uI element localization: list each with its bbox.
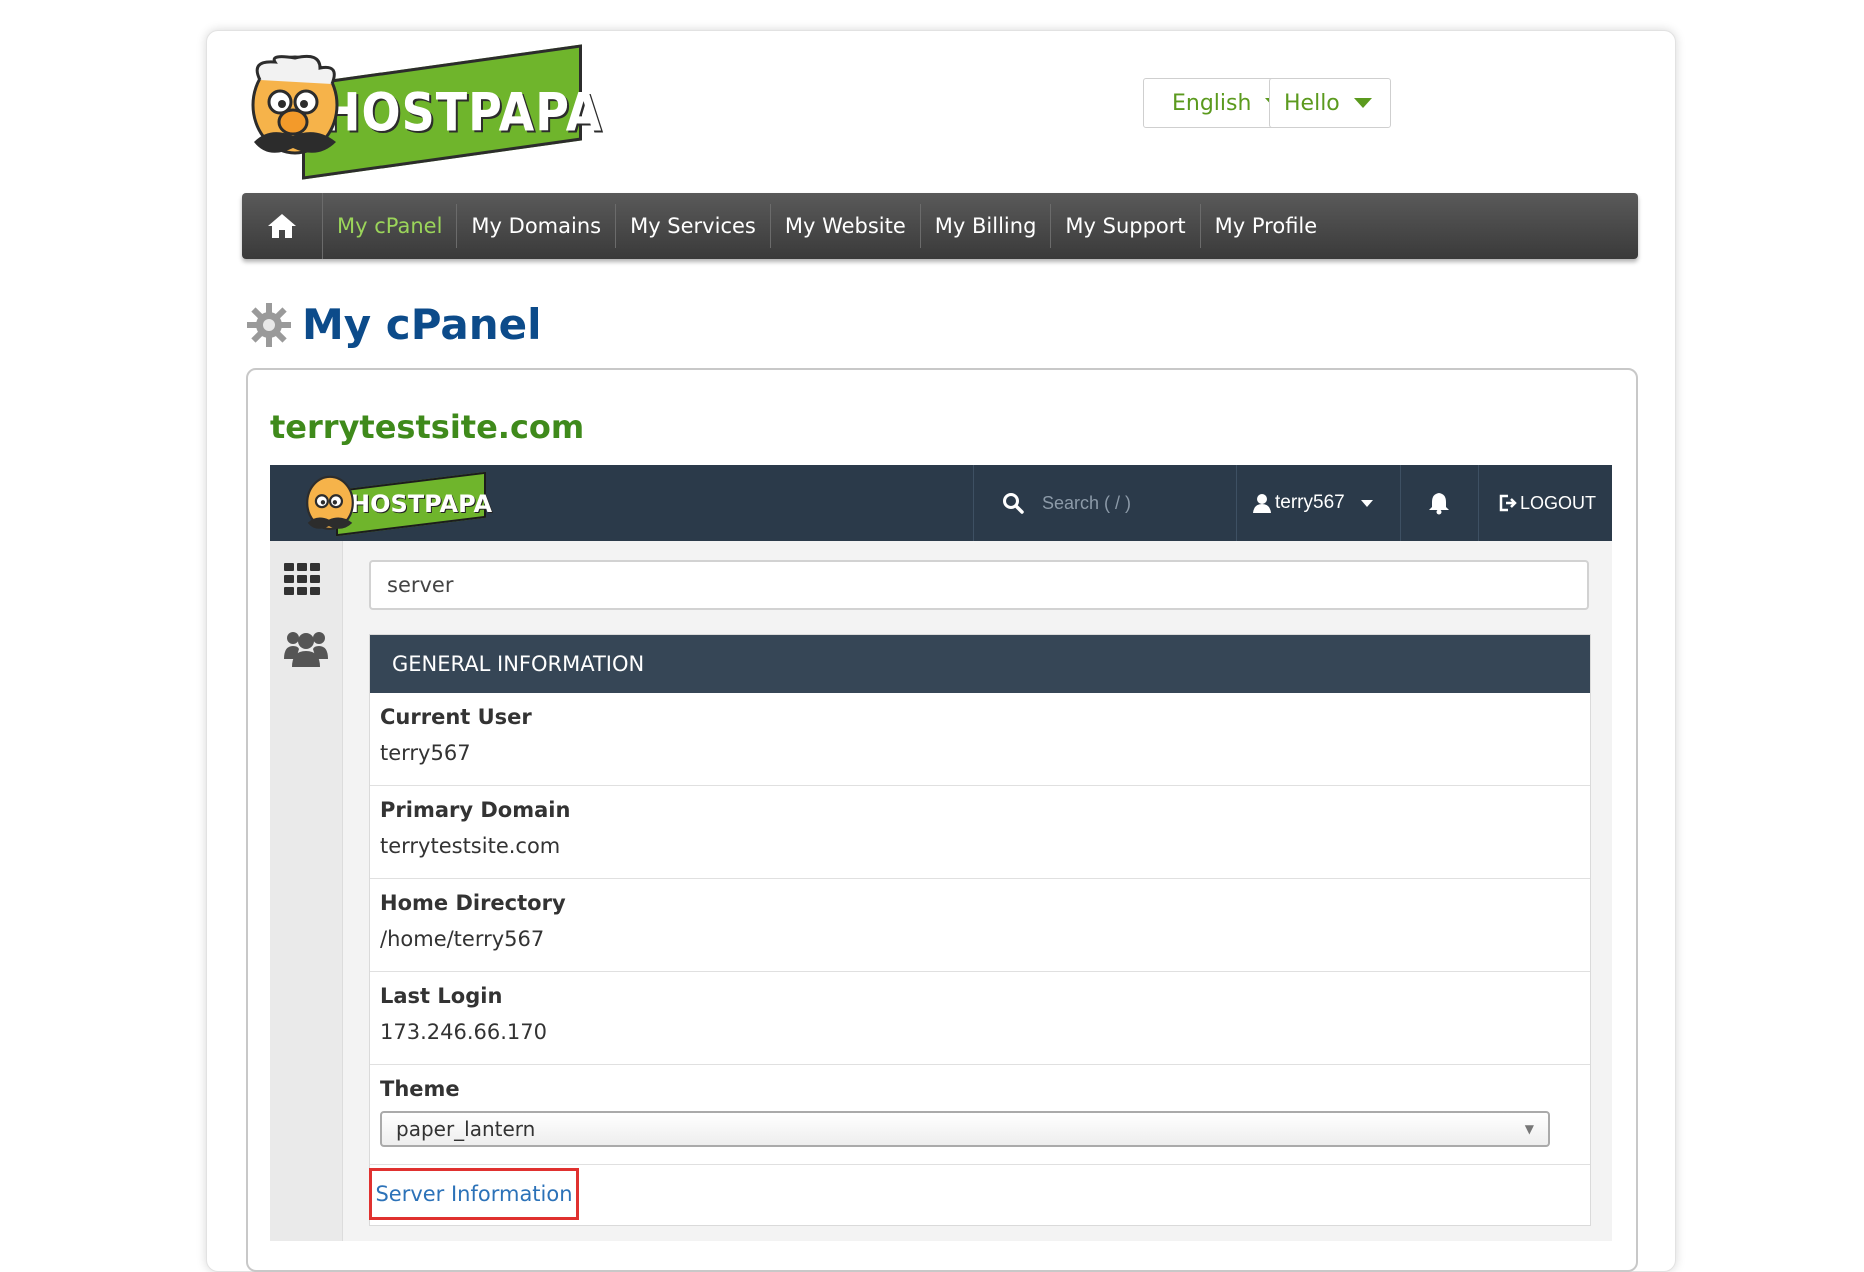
info-label: Current User	[380, 705, 532, 729]
domain-title: terrytestsite.com	[270, 408, 585, 446]
info-row: Primary Domain terrytestsite.com	[370, 786, 1590, 879]
home-icon	[268, 214, 296, 238]
page-title: My cPanel	[246, 300, 541, 349]
logout-button[interactable]: LOGOUT	[1478, 465, 1612, 541]
theme-row: Theme paper_lantern ▼	[370, 1065, 1590, 1165]
cpanel-header: HOSTPAPA Search ( / ) terry567 LOGOUT	[270, 465, 1612, 541]
nav-my-support[interactable]: My Support	[1051, 204, 1201, 248]
info-value: 173.246.66.170	[380, 1020, 547, 1044]
cpanel-sidebar	[270, 541, 343, 1241]
greeting-label: Hello	[1284, 90, 1340, 116]
info-row: Current User terry567	[370, 693, 1590, 786]
users-icon[interactable]	[284, 629, 328, 667]
theme-label: Theme	[380, 1077, 460, 1101]
language-label: English	[1172, 90, 1252, 116]
info-label: Primary Domain	[380, 798, 571, 822]
cpanel-search[interactable]: Search ( / )	[973, 465, 1233, 541]
search-placeholder: Search ( / )	[1042, 492, 1132, 513]
search-icon	[1003, 493, 1024, 514]
tools-filter-input[interactable]: server	[369, 560, 1589, 610]
account-dropdown[interactable]: Hello	[1269, 78, 1391, 128]
nav-my-profile[interactable]: My Profile	[1201, 204, 1332, 248]
nav-my-website[interactable]: My Website	[771, 204, 921, 248]
page-title-text: My cPanel	[302, 300, 542, 349]
theme-value: paper_lantern	[396, 1117, 536, 1141]
cpanel-logo[interactable]: HOSTPAPA	[300, 469, 492, 537]
info-row: Home Directory /home/terry567	[370, 879, 1590, 972]
general-information-header: GENERAL INFORMATION	[370, 635, 1590, 693]
bell-icon	[1429, 493, 1449, 515]
info-label: Last Login	[380, 984, 503, 1008]
username-label: terry567	[1275, 492, 1345, 513]
main-navigation: My cPanel My Domains My Services My Webs…	[242, 193, 1638, 259]
chevron-down-icon	[1353, 98, 1372, 108]
info-value: terrytestsite.com	[380, 834, 561, 858]
info-value: terry567	[380, 741, 471, 765]
info-row: Last Login 173.246.66.170	[370, 972, 1590, 1065]
filter-value: server	[387, 573, 454, 597]
gear-icon	[247, 302, 291, 347]
logout-icon	[1499, 494, 1517, 512]
server-information-link[interactable]: Server Information	[369, 1168, 579, 1220]
info-label: Home Directory	[380, 891, 566, 915]
chevron-down-icon: ▼	[1524, 1122, 1534, 1136]
hostpapa-logo[interactable]: HOSTPAPA	[240, 44, 602, 180]
theme-select[interactable]: paper_lantern ▼	[380, 1111, 1550, 1147]
user-menu[interactable]: terry567	[1236, 465, 1398, 541]
nav-my-billing[interactable]: My Billing	[921, 204, 1052, 248]
notifications-button[interactable]	[1400, 465, 1477, 541]
nav-my-domains[interactable]: My Domains	[457, 204, 617, 248]
home-button[interactable]	[242, 193, 323, 259]
caret-down-icon	[1360, 499, 1373, 507]
nav-my-cpanel[interactable]: My cPanel	[323, 204, 458, 248]
info-value: /home/terry567	[380, 927, 545, 951]
user-icon	[1253, 494, 1271, 513]
nav-my-services[interactable]: My Services	[616, 204, 771, 248]
grid-icon[interactable]	[284, 563, 328, 597]
papa-mascot-icon	[306, 475, 354, 530]
logout-label: LOGOUT	[1520, 492, 1597, 513]
general-information-panel: GENERAL INFORMATION Current User terry56…	[369, 634, 1591, 1226]
papa-mascot-icon	[251, 54, 339, 155]
